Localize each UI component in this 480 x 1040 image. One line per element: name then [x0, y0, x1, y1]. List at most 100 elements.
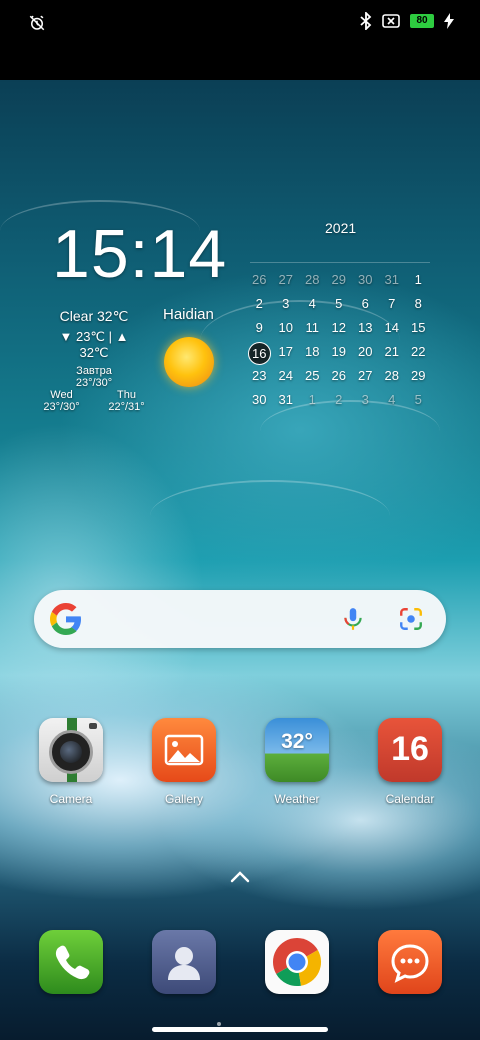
app-calendar[interactable]: 16 Calendar — [370, 718, 450, 806]
calendar-day[interactable]: 14 — [379, 318, 406, 338]
calendar-day[interactable]: 4 — [379, 390, 406, 410]
calendar-day-number: 26 — [252, 272, 267, 287]
calendar-day[interactable]: 30 — [246, 390, 273, 410]
calendar-day[interactable]: 1 — [299, 390, 326, 410]
calendar-day[interactable]: 3 — [273, 294, 300, 314]
dock-messages[interactable] — [370, 930, 450, 994]
calendar-day-number: 30 — [252, 392, 267, 407]
calendar-day-number: 9 — [255, 320, 263, 335]
tomorrow-label: Завтра — [76, 365, 112, 377]
calendar-day[interactable]: 20 — [352, 342, 379, 362]
calendar-day-number: 14 — [384, 320, 399, 335]
weather-summary[interactable]: Clear 32℃ ▼ 23℃ | ▲ 32℃ Завтра 23°/30° W… — [43, 308, 144, 413]
calendar-day-number: 23 — [252, 368, 267, 383]
calendar-day[interactable]: 31 — [273, 390, 300, 410]
mic-icon[interactable] — [340, 606, 366, 632]
calendar-day-number: 29 — [411, 368, 426, 383]
calendar-day[interactable]: 23 — [246, 366, 273, 386]
gallery-icon[interactable] — [152, 718, 216, 782]
clock-time[interactable]: 15:14 — [52, 220, 227, 288]
dock-phone[interactable] — [31, 930, 111, 994]
alarm-off-icon — [29, 15, 45, 31]
calendar-day[interactable]: 2 — [326, 390, 353, 410]
calendar-day[interactable]: 29 — [405, 366, 432, 386]
calendar-day[interactable]: 21 — [379, 342, 406, 362]
weather-icon[interactable]: 32° — [265, 718, 329, 782]
app-label: Camera — [49, 792, 93, 806]
calendar-day-number: 18 — [305, 344, 320, 359]
calendar-day-number: 4 — [388, 392, 396, 407]
calendar-day[interactable]: 4 — [299, 294, 326, 314]
calendar-day[interactable]: 3 — [352, 390, 379, 410]
calendar-day[interactable]: 15 — [405, 318, 432, 338]
calendar-day-number: 16 — [247, 342, 271, 365]
app-weather[interactable]: 32° Weather — [257, 718, 337, 806]
calendar-day[interactable]: 13 — [352, 318, 379, 338]
calendar-day[interactable]: 28 — [379, 366, 406, 386]
lens-icon[interactable] — [398, 606, 424, 632]
calendar-day[interactable]: 9 — [246, 318, 273, 338]
phone-icon[interactable] — [39, 930, 103, 994]
forecast-day-name: Wed — [50, 389, 73, 401]
calendar-day-number: 28 — [384, 368, 399, 383]
calendar-day-number: 1 — [414, 272, 422, 287]
calendar-day-number: 13 — [358, 320, 373, 335]
weather-range: ▼ 23℃ | ▲ 32℃ — [59, 329, 129, 360]
calendar-day[interactable]: 8 — [405, 294, 432, 314]
calendar-day-today[interactable]: 16 — [246, 342, 273, 365]
sun-icon[interactable] — [164, 337, 214, 387]
app-camera[interactable]: Camera — [31, 718, 111, 806]
calendar-day-number: 10 — [278, 320, 293, 335]
calendar-day[interactable]: 12 — [326, 318, 353, 338]
calendar-day[interactable]: 28 — [299, 270, 326, 290]
calendar-day[interactable]: 11 — [299, 318, 326, 338]
calendar-day[interactable]: 27 — [273, 270, 300, 290]
calendar-day[interactable]: 26 — [246, 270, 273, 290]
battery-icon: 80 — [410, 14, 434, 28]
calendar-day[interactable]: 2 — [246, 294, 273, 314]
google-search-bar[interactable] — [34, 590, 446, 648]
gesture-nav-handle[interactable] — [152, 1027, 328, 1032]
calendar-day-number: 24 — [278, 368, 293, 383]
calendar-day[interactable]: 5 — [405, 390, 432, 410]
calendar-day[interactable]: 26 — [326, 366, 353, 386]
forecast-day: Wed 23°/30° — [34, 389, 89, 413]
dock-contacts[interactable] — [144, 930, 224, 994]
calendar-day-number: 7 — [388, 296, 396, 311]
camera-icon[interactable] — [39, 718, 103, 782]
app-drawer-chevron-icon[interactable] — [230, 870, 250, 884]
calendar-day-number: 29 — [331, 272, 346, 287]
calendar-day-number: 26 — [331, 368, 346, 383]
weather-icon-temp: 32° — [281, 730, 313, 753]
calendar-grid[interactable]: 26 27 28 29 30 31 1 2 3 4 5 6 7 8 9 10 11 12 13 14 15 16 17 18 1… — [246, 270, 431, 410]
calendar-day[interactable]: 19 — [326, 342, 353, 362]
calendar-day[interactable]: 6 — [352, 294, 379, 314]
calendar-day-number: 2 — [335, 392, 343, 407]
calendar-day[interactable]: 22 — [405, 342, 432, 362]
forecast-day-range: 23°/30° — [43, 401, 80, 413]
calendar-day[interactable]: 5 — [326, 294, 353, 314]
calendar-day[interactable]: 30 — [352, 270, 379, 290]
tomorrow-range: 23°/30° — [75, 377, 113, 389]
calendar-day[interactable]: 24 — [273, 366, 300, 386]
calendar-day[interactable]: 1 — [405, 270, 432, 290]
calendar-icon[interactable]: 16 — [378, 718, 442, 782]
calendar-day-number: 5 — [335, 296, 343, 311]
calendar-day-number: 3 — [282, 296, 290, 311]
dock-chrome[interactable] — [257, 930, 337, 994]
chrome-icon[interactable] — [265, 930, 329, 994]
contacts-icon[interactable] — [152, 930, 216, 994]
calendar-day[interactable]: 10 — [273, 318, 300, 338]
calendar-day[interactable]: 27 — [352, 366, 379, 386]
app-label: Calendar — [385, 792, 435, 806]
calendar-day-number: 4 — [308, 296, 316, 311]
google-logo-icon[interactable] — [50, 603, 82, 635]
calendar-day[interactable]: 7 — [379, 294, 406, 314]
calendar-day[interactable]: 25 — [299, 366, 326, 386]
calendar-day[interactable]: 29 — [326, 270, 353, 290]
app-gallery[interactable]: Gallery — [144, 718, 224, 806]
calendar-day[interactable]: 31 — [379, 270, 406, 290]
calendar-day[interactable]: 18 — [299, 342, 326, 362]
calendar-day[interactable]: 17 — [273, 342, 300, 362]
messages-icon[interactable] — [378, 930, 442, 994]
